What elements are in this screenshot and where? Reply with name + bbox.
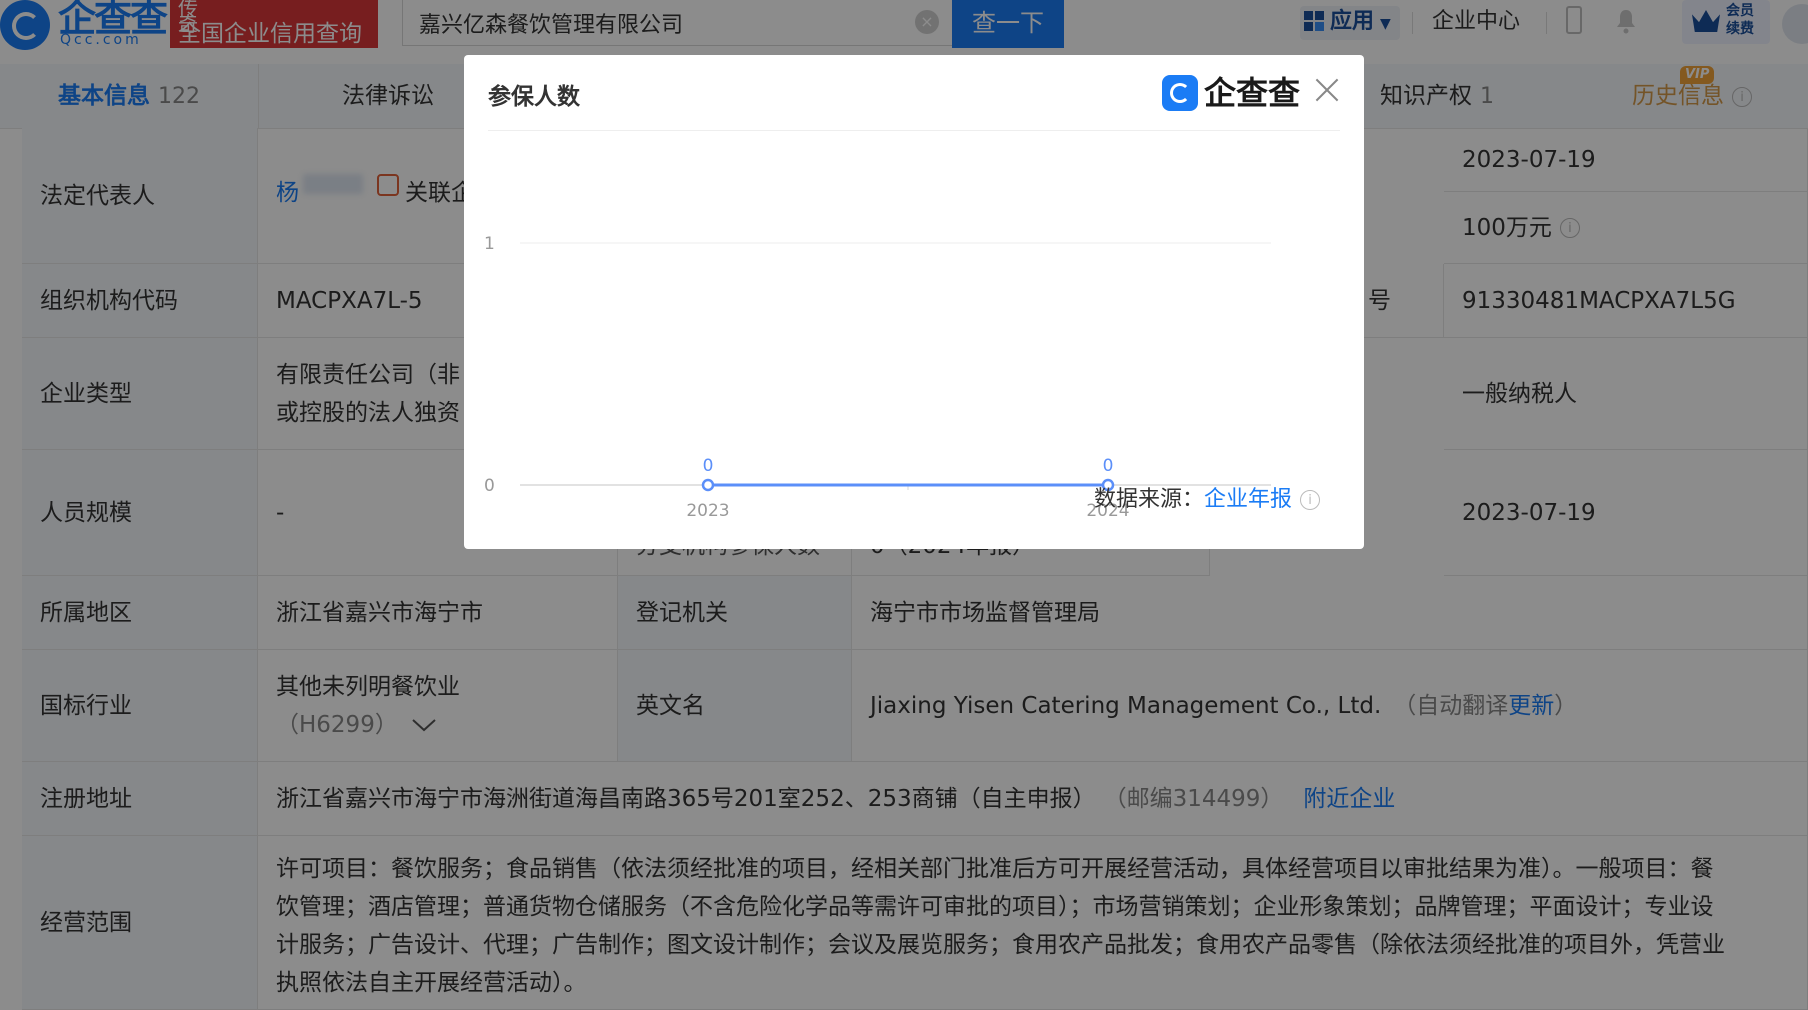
y-tick-label: 1 — [484, 234, 495, 254]
close-icon[interactable] — [1312, 75, 1342, 105]
y-tick-label: 0 — [484, 476, 495, 496]
source-label: 数据来源： — [1094, 487, 1205, 512]
modal-title: 参保人数 — [488, 84, 580, 110]
modal-logo-text: 企查查 — [1204, 74, 1301, 112]
info-icon[interactable]: i — [1300, 490, 1321, 510]
data-source: 数据来源：企业年报 i — [1094, 485, 1321, 515]
x-tick-label: 2023 — [686, 501, 729, 521]
qcc-logo-icon — [1162, 75, 1198, 111]
insured-count-modal: 参保人数 企查查 0 1 2023 2024 0 0 数据来源：企业年报 i — [464, 55, 1364, 549]
data-label: 0 — [703, 456, 714, 476]
data-point — [701, 478, 715, 492]
annual-report-link[interactable]: 企业年报 — [1204, 487, 1292, 512]
modal-divider — [488, 130, 1340, 131]
insured-count-chart: 012023 20240 0 — [484, 234, 1271, 521]
data-label: 0 — [1103, 456, 1114, 476]
